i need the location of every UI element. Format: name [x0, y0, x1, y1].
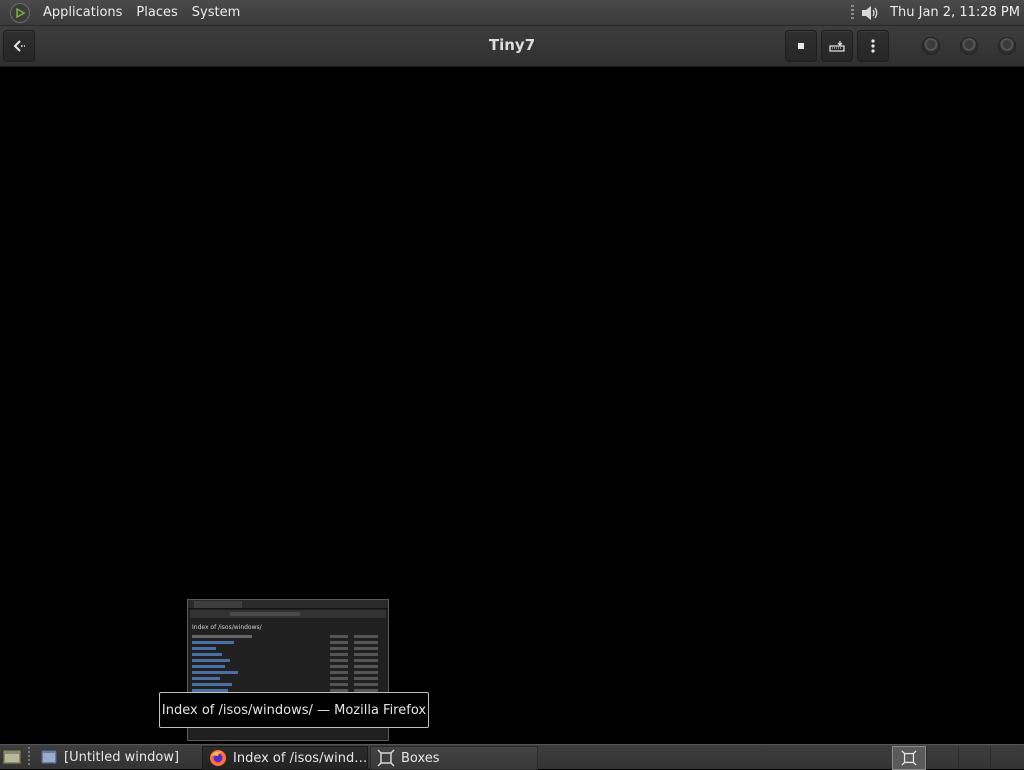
- speaker-icon[interactable]: [860, 4, 880, 22]
- workspace-2[interactable]: [926, 746, 959, 768]
- stop-icon: [798, 43, 804, 49]
- kebab-menu-icon: [871, 39, 875, 53]
- places-menu[interactable]: Places: [129, 5, 184, 20]
- taskbar-item-label: [Untitled window]: [64, 749, 180, 765]
- boxes-icon: [901, 750, 917, 766]
- keyboard-send-icon: [829, 41, 845, 52]
- preview-page-title: Index of /isos/windows/: [192, 624, 262, 631]
- taskbar-item-boxes[interactable]: Boxes: [370, 746, 538, 770]
- header-bar: Tiny7: [0, 26, 1024, 67]
- taskbar-tooltip: Index of /isos/windows/ — Mozilla Firefo…: [159, 692, 429, 728]
- system-menu[interactable]: System: [185, 5, 247, 20]
- clock[interactable]: Thu Jan 2, 11:28 PM: [890, 5, 1020, 20]
- send-keys-button[interactable]: [821, 30, 853, 62]
- preview-url-bar: [190, 610, 386, 618]
- workspace-3[interactable]: [958, 746, 991, 768]
- stop-button[interactable]: [785, 30, 817, 62]
- show-desktop-icon[interactable]: [2, 748, 22, 766]
- menu-button[interactable]: [857, 30, 889, 62]
- taskbar-item-firefox[interactable]: Index of /isos/wind…: [202, 746, 368, 770]
- preview-tab-strip: [188, 600, 388, 609]
- maximize-button[interactable]: [960, 37, 978, 55]
- applications-menu[interactable]: Applications: [36, 5, 129, 20]
- tray-handle[interactable]: [851, 4, 855, 21]
- taskbar-item-untitled-window[interactable]: [Untitled window]: [34, 746, 198, 768]
- taskbar-item-label: Index of /isos/wind…: [233, 750, 368, 766]
- firefox-icon: [210, 750, 226, 766]
- back-arrow-icon: [13, 40, 25, 52]
- minimize-button[interactable]: [922, 37, 940, 55]
- top-panel: Applications Places System Thu Jan 2, 11…: [0, 0, 1024, 26]
- panel-separator: [28, 747, 30, 767]
- taskbar-item-label: Boxes: [401, 750, 440, 766]
- window-icon: [40, 749, 58, 765]
- workspace-4[interactable]: [990, 746, 1024, 768]
- close-button[interactable]: [998, 37, 1016, 55]
- workspace-1[interactable]: [892, 746, 926, 770]
- mate-logo-icon[interactable]: [10, 2, 30, 23]
- bottom-panel: [Untitled window] Index of /isos/wind… B…: [0, 744, 1024, 770]
- boxes-icon: [377, 749, 395, 767]
- back-button[interactable]: [3, 30, 35, 62]
